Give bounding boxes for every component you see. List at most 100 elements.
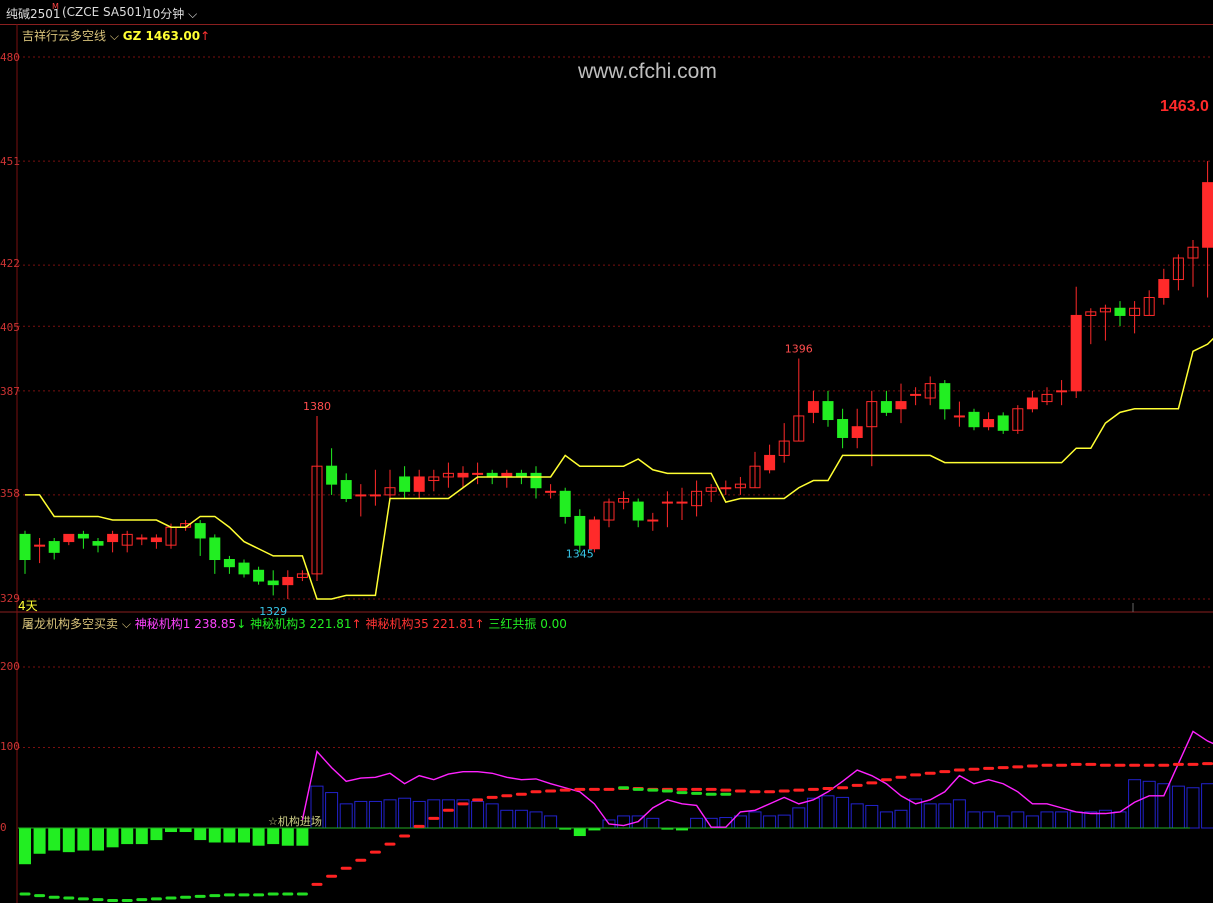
s35-label: 神秘机构35 221.81 (365, 617, 475, 631)
up-arrow-icon: ↑ (351, 617, 362, 631)
histogram-bar (865, 804, 879, 829)
candle-body (632, 501, 644, 521)
period-note: 4天 (18, 599, 38, 613)
histogram-bar (441, 799, 455, 829)
candle-body (720, 487, 732, 490)
y-tick-label: 451 (0, 155, 20, 168)
lower-indicator-name[interactable]: 屠龙机构多空买卖 (22, 617, 118, 631)
histogram-bar (792, 807, 806, 829)
candle-body (676, 501, 688, 504)
candle-body (48, 541, 60, 553)
histogram-bar (62, 828, 75, 853)
candle-body (413, 476, 425, 492)
candle-body (530, 472, 542, 489)
y-tick-label: 480 (0, 51, 20, 64)
magenta-line (301, 730, 1213, 828)
histogram-bar (879, 811, 893, 829)
histogram-bar (923, 803, 937, 829)
histogram-bar (179, 828, 192, 833)
histogram-bar (1055, 811, 1069, 829)
histogram-bar (1142, 780, 1156, 829)
histogram-bar (982, 811, 996, 829)
candle-body (545, 490, 557, 493)
candle-body (253, 569, 265, 582)
histogram-bar (821, 795, 835, 829)
histogram-bar (165, 828, 177, 833)
upper-indicator-name[interactable]: 吉祥行云多空线 (22, 29, 106, 43)
enter-mark: ☆机构进场 (268, 813, 322, 829)
histogram-bar (1171, 785, 1185, 829)
histogram-bar (325, 792, 339, 829)
candle-body (194, 523, 206, 539)
candle-body (326, 465, 338, 485)
histogram-bar (412, 800, 426, 829)
candle-body (340, 480, 352, 499)
histogram-bar (952, 799, 966, 829)
down-arrow-icon: ↓ (236, 617, 247, 631)
candle-body (150, 537, 162, 543)
candle-body (588, 519, 600, 550)
histogram-bar (19, 828, 31, 865)
chart-canvas: 13801396148013291345 (0, 24, 1213, 903)
histogram-bar (33, 828, 46, 854)
histogram-bar (690, 817, 704, 829)
histogram-bar (296, 828, 309, 846)
candle-body (369, 494, 381, 497)
candle-body (77, 533, 89, 539)
histogram-bar (894, 809, 908, 829)
candle-body (910, 393, 922, 396)
up-arrow-icon: ↑ (474, 617, 485, 631)
histogram-bar (252, 828, 265, 846)
lower-indicator-header: 屠龙机构多空买卖 ⌵ 神秘机构1 238.85↓ 神秘机构3 221.81↑ 神… (22, 615, 567, 632)
candle-body (837, 419, 849, 438)
histogram-bar (514, 809, 528, 829)
candle-body (851, 426, 863, 438)
candle-body (807, 401, 819, 413)
histogram-bar (281, 828, 294, 846)
chevron-down-icon[interactable]: ⌵ (106, 29, 123, 43)
candle-body (764, 454, 776, 471)
enter-mark-text: 机构进场 (277, 815, 322, 828)
histogram-bar (836, 796, 850, 829)
candle-body (19, 533, 31, 561)
histogram-bar (150, 828, 163, 841)
histogram-bar (121, 828, 134, 845)
histogram-bar (763, 815, 777, 829)
gz-value: GZ 1463.00 (122, 29, 201, 43)
candle-body (1158, 279, 1170, 298)
candle-body (136, 537, 148, 540)
candle-body (661, 501, 673, 504)
candle-body (34, 544, 46, 547)
histogram-bar (223, 828, 236, 843)
histogram-bar (748, 811, 762, 829)
histogram-bar (529, 811, 543, 829)
y-tick-label: 100 (0, 740, 20, 753)
histogram-bar (106, 828, 119, 848)
candle-body (647, 519, 659, 522)
candle-body (997, 415, 1009, 431)
candle-body (939, 383, 951, 410)
candle-body (953, 415, 965, 418)
histogram-bar (967, 811, 981, 829)
histogram-bar (238, 828, 250, 843)
price-annotation: 1345 (566, 548, 594, 561)
histogram-bar (1084, 811, 1098, 829)
candle-body (457, 472, 469, 478)
candle-body (983, 419, 995, 428)
candle-body (282, 576, 294, 586)
candle-body (92, 541, 104, 546)
price-annotation: 1380 (303, 400, 331, 413)
price-annotation: 1396 (785, 343, 813, 356)
histogram-bar (544, 815, 558, 829)
last-price-label: 1463.0 (1160, 98, 1209, 115)
candle-body (1056, 390, 1068, 393)
histogram-bar (208, 828, 221, 843)
up-arrow-icon: ↑ (200, 29, 211, 43)
candle-body (1114, 307, 1126, 316)
candle-body (574, 515, 586, 546)
candle-body (968, 411, 980, 428)
y-tick-label: 422 (0, 257, 20, 270)
chevron-down-icon[interactable]: ⌵ (118, 617, 135, 631)
histogram-bar (92, 828, 104, 851)
y-tick-label: 329 (0, 592, 20, 605)
